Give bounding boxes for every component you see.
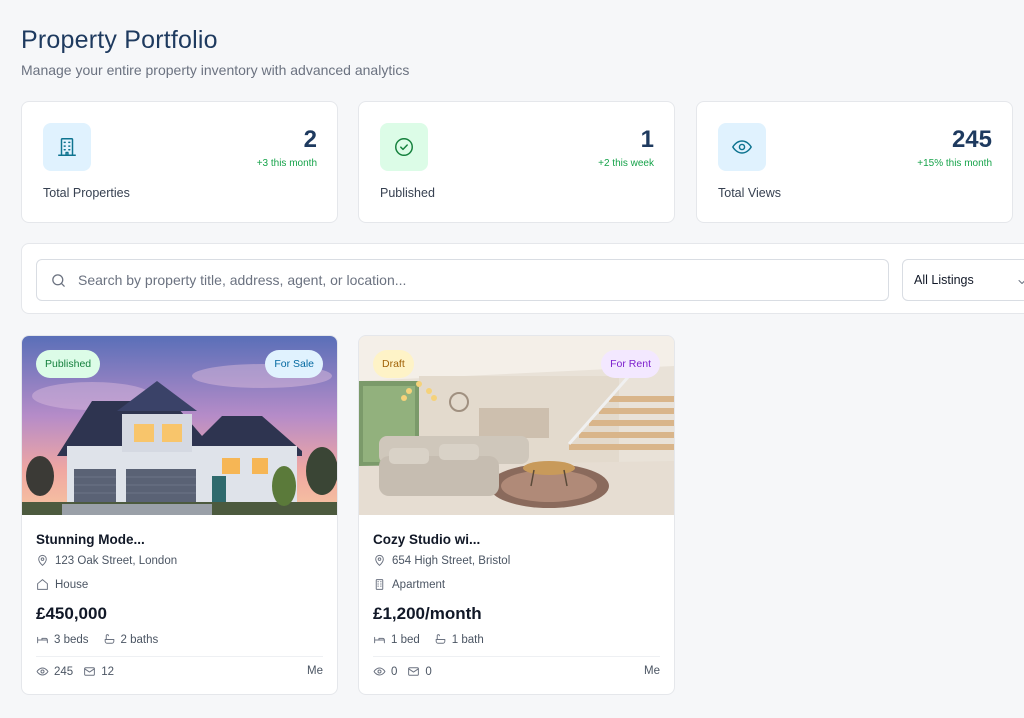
property-type-row: House — [36, 578, 88, 591]
address-row: 123 Oak Street, London — [36, 554, 177, 567]
stat-card-total-views: 245 +15% this month Total Views — [696, 101, 1013, 223]
search-box[interactable] — [36, 259, 889, 301]
stat-card-total-properties: 2 +3 this month Total Properties — [21, 101, 338, 223]
stat-label: Total Views — [718, 186, 781, 200]
property-specs: 3 beds 2 baths — [36, 633, 172, 646]
map-pin-icon — [375, 554, 384, 566]
listing-type-badge: For Rent — [601, 350, 660, 378]
bed-icon — [37, 636, 48, 644]
stat-label: Total Properties — [43, 186, 130, 200]
card-footer: 0 0 — [373, 665, 442, 678]
views-count: 0 — [391, 665, 398, 678]
stat-delta: +3 this month — [256, 158, 317, 169]
stat-delta: +15% this month — [917, 158, 992, 169]
property-title[interactable]: Cozy Studio wi... — [373, 532, 480, 547]
search-input[interactable] — [78, 260, 878, 300]
filter-selected-label: All Listings — [914, 273, 974, 287]
beds-count: 1 bed — [391, 633, 420, 646]
chevron-down-icon — [1016, 275, 1024, 293]
stat-value: 245 — [951, 126, 992, 153]
page-title: Property Portfolio — [21, 26, 218, 54]
page-subtitle: Manage your entire property inventory wi… — [21, 62, 410, 78]
bath-icon — [104, 634, 114, 644]
property-address: 654 High Street, Bristol — [392, 554, 511, 567]
stat-value: 2 — [303, 126, 317, 153]
baths-count: 1 bath — [451, 633, 484, 646]
owner-label: Me — [307, 665, 323, 677]
owner-label: Me — [644, 665, 660, 677]
stat-card-published: 1 +2 this week Published — [358, 101, 675, 223]
views-count: 245 — [54, 665, 74, 678]
home-icon — [37, 579, 48, 590]
stat-delta: +2 this week — [598, 158, 654, 169]
messages-count: 0 — [425, 665, 432, 678]
status-badge: Published — [36, 350, 101, 378]
listing-type-badge: For Sale — [265, 350, 323, 378]
eye-icon — [36, 667, 49, 676]
property-address: 123 Oak Street, London — [55, 554, 178, 567]
card-footer: 245 12 — [36, 665, 124, 678]
eye-icon — [373, 667, 386, 676]
stat-label: Published — [380, 186, 435, 200]
messages-count: 12 — [101, 665, 114, 678]
property-type: Apartment — [392, 578, 446, 591]
property-card[interactable]: Draft For Rent Cozy Studio wi... 654 Hig… — [358, 335, 675, 695]
property-specs: 1 bed 1 bath — [373, 633, 498, 646]
property-price: £1,200/month — [373, 604, 482, 623]
card-divider — [373, 656, 660, 657]
eye-icon — [718, 123, 766, 171]
bath-icon — [435, 634, 446, 644]
listing-filter-select[interactable]: All Listings — [902, 259, 1024, 301]
property-type-row: Apartment — [373, 578, 445, 591]
building-icon — [375, 579, 384, 590]
status-badge: Draft — [373, 350, 414, 378]
check-circle-icon — [380, 123, 428, 171]
card-divider — [36, 656, 323, 657]
map-pin-icon — [38, 554, 47, 566]
stat-value: 1 — [640, 126, 654, 153]
property-price: £450,000 — [36, 604, 107, 623]
mail-icon — [84, 667, 96, 676]
mail-icon — [408, 667, 420, 676]
property-type: House — [55, 578, 89, 591]
beds-count: 3 beds — [54, 633, 89, 646]
baths-count: 2 baths — [120, 633, 159, 646]
property-card[interactable]: Published For Sale Stunning Mode... 123 … — [21, 335, 338, 695]
address-row: 654 High Street, Bristol — [373, 554, 510, 567]
property-title[interactable]: Stunning Mode... — [36, 532, 145, 547]
property-photo-house[interactable]: Published For Sale — [22, 336, 337, 515]
building-icon — [43, 123, 91, 171]
property-photo-apartment[interactable]: Draft For Rent — [359, 336, 674, 515]
search-icon — [50, 272, 67, 294]
bed-icon — [374, 636, 385, 644]
search-panel: All Listings — [21, 243, 1024, 314]
